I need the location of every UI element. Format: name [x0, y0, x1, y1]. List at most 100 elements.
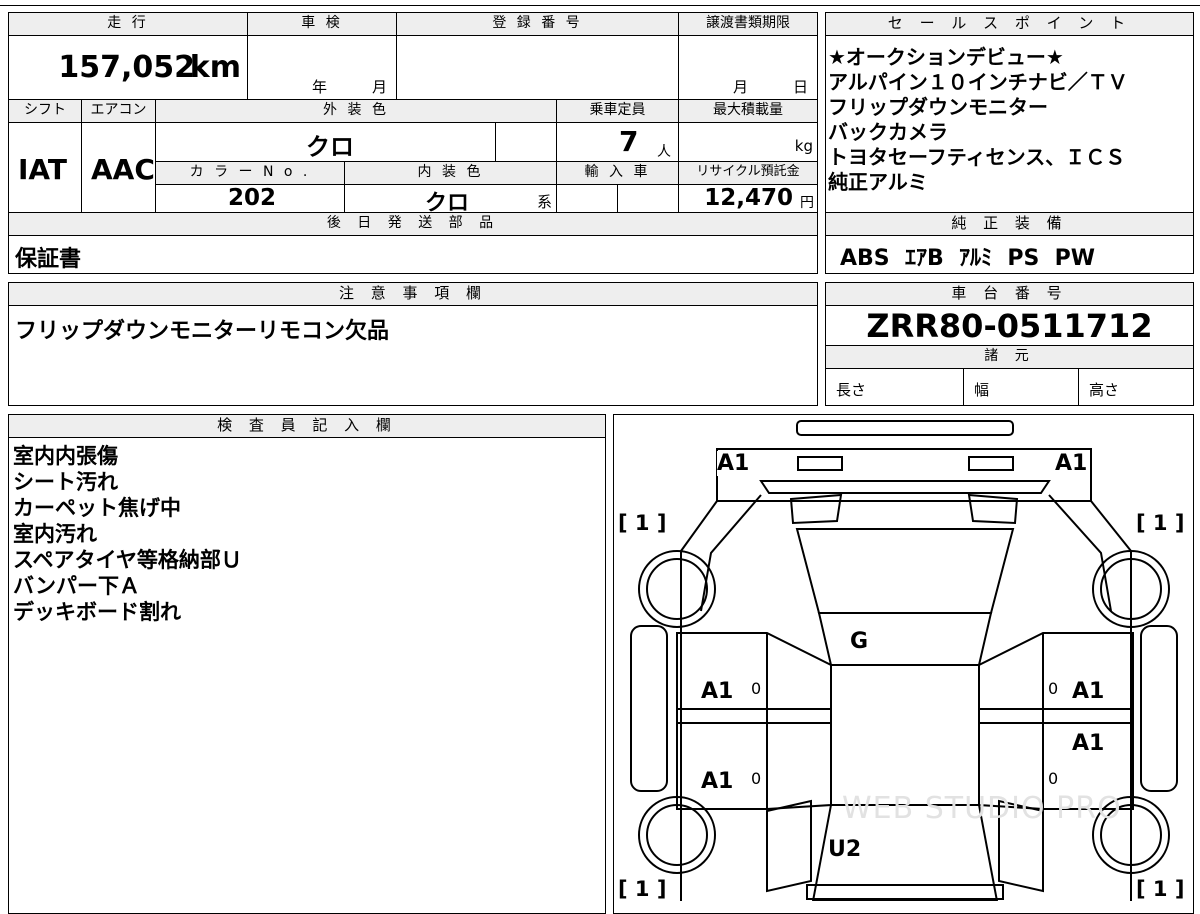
- later-parts-value: 保証書: [15, 247, 82, 272]
- top-cut-row: [0, 0, 1200, 6]
- inspector-item: スペアタイヤ等格納部Ｕ: [13, 548, 242, 572]
- transfer-month-unit: 月: [733, 78, 749, 96]
- inspector-panel: 検 査 員 記 入 欄 室内内張傷 シート汚れ カーペット焦げ中 室内汚れ スペ…: [8, 414, 606, 914]
- exterior-color-label: 外 装 色: [155, 99, 557, 123]
- capacity-cell: 7 人: [556, 122, 679, 162]
- watermark: WEB STUDIO PRO: [842, 791, 1122, 826]
- tire-front-left-label: [ 1 ]: [618, 511, 667, 535]
- exterior-color-cell: クロ: [155, 122, 496, 162]
- exterior-color-value: クロ: [306, 133, 354, 161]
- rear-bumper-shape: [806, 884, 1004, 900]
- aircon-label: エアコン: [81, 99, 156, 123]
- spec-width-label: 幅: [974, 381, 990, 399]
- sales-point-item: 純正アルミ: [828, 170, 928, 194]
- inspector-item: 室内汚れ: [13, 522, 97, 546]
- hood-shape: [795, 528, 1015, 614]
- recycle-unit: 円: [800, 195, 814, 211]
- chassis-number: ZRR80-0511712: [866, 307, 1153, 345]
- front-light-left-shape: [797, 456, 843, 471]
- interior-color-label: 内 装 色: [344, 161, 557, 185]
- sales-point-item: アルパイン１０インチナビ／ＴＶ: [828, 70, 1128, 94]
- wiper-right-shape: [967, 493, 1019, 525]
- import-cell-a: [556, 184, 618, 213]
- capacity-value: 7: [619, 125, 639, 158]
- car-diagram: [630, 420, 1178, 901]
- notes-panel: 注 意 事 項 欄 フリップダウンモニターリモコン欠品: [8, 282, 818, 406]
- right-side-strip-shape: [1140, 625, 1178, 792]
- wiper-left-shape: [789, 493, 843, 525]
- cabin-shape: [830, 664, 980, 806]
- shift-label: シフト: [8, 99, 82, 123]
- notes-value: フリップダウンモニターリモコン欠品: [15, 319, 390, 344]
- transfer-day-unit: 日: [793, 78, 809, 96]
- max-load-label: 最大積載量: [678, 99, 818, 123]
- color-no-label: カ ラ ー N o .: [155, 161, 345, 185]
- tire-rear-right-label: [ 1 ]: [1136, 877, 1185, 901]
- left-rear-door-label: A1: [701, 769, 734, 794]
- roof-shape: [817, 612, 993, 666]
- inspection-cell: 年 月: [247, 35, 397, 100]
- left-side-strip-shape: [630, 625, 668, 792]
- standard-equipment-panel: 純 正 装 備 ABS ｴｱB ｱﾙﾐ PS PW: [825, 212, 1194, 274]
- inspection-label: 車 検: [247, 12, 397, 36]
- chassis-panel: 車 台 番 号 ZRR80-0511712 諸 元 長さ 幅 高さ: [825, 282, 1194, 406]
- right-front-door-label: A1: [1072, 679, 1105, 704]
- inspector-list: 室内内張傷 シート汚れ カーペット焦げ中 室内汚れ スペアタイヤ等格納部Ｕ バン…: [13, 443, 242, 625]
- inspection-month-unit: 月: [372, 78, 388, 96]
- body-outline-shape: [680, 500, 1132, 901]
- registration-cell: [396, 35, 679, 100]
- max-load-unit: kg: [794, 137, 813, 155]
- roof-label: G: [850, 629, 869, 654]
- notes-header: 注 意 事 項 欄: [9, 283, 817, 306]
- transfer-label: 譲渡書類期限: [678, 12, 818, 36]
- later-parts-cell: 保証書: [8, 235, 818, 274]
- inspector-item: 室内内張傷: [13, 444, 118, 468]
- capacity-label: 乗車定員: [556, 99, 679, 123]
- left-rear-door-zero: 0: [751, 769, 762, 788]
- front-light-right-shape: [968, 456, 1014, 471]
- inspector-item: デッキボード割れ: [13, 600, 181, 624]
- sales-point-item: トヨタセーフティセンス、ＩＣＳ: [828, 145, 1126, 169]
- standard-equipment-header: 純 正 装 備: [826, 213, 1193, 236]
- sales-point-item: フリップダウンモニター: [828, 95, 1048, 119]
- later-parts-header: 後 日 発 送 部 品: [8, 212, 818, 236]
- vehicle-info-table: 走 行 車 検 登 録 番 号 譲渡書類期限 157,052 km 年 月 月 …: [8, 12, 818, 274]
- spec-width-cell: 幅: [964, 369, 1079, 405]
- recycle-label: リサイクル預託金: [678, 161, 818, 185]
- spec-height-cell: 高さ: [1079, 369, 1193, 405]
- front-left-label: A1: [717, 451, 750, 476]
- inspector-item: バンパー下Ａ: [13, 574, 141, 598]
- inspector-item: カーペット焦げ中: [13, 496, 181, 520]
- sales-points-list: ★オークションデビュー★ アルパイン１０インチナビ／ＴＶ フリップダウンモニター…: [828, 45, 1128, 195]
- recycle-value: 12,470: [704, 185, 793, 211]
- tire-rear-left-label: [ 1 ]: [618, 877, 667, 901]
- car-diagram-panel: A1 A1 [ 1 ] [ 1 ] G A1 0 0 A1 A1 A1 0 0 …: [613, 414, 1194, 914]
- sales-points-panel: セ ー ル ス ポ イ ン ト ★オークションデビュー★ アルパイン１０インチナ…: [825, 12, 1194, 213]
- windshield-shape: [759, 480, 1051, 494]
- interior-color-cell: クロ 系: [344, 184, 557, 216]
- color-no-cell: 202: [155, 184, 345, 213]
- aircon-cell: AAC: [81, 122, 156, 213]
- mileage-cell: 157,052 km: [8, 35, 248, 100]
- spec-length-cell: 長さ: [826, 369, 964, 405]
- shift-value: IAT: [18, 153, 68, 186]
- wheel-front-left-inner-shape: [646, 558, 708, 620]
- mileage-unit: km: [189, 50, 241, 85]
- capacity-unit: 人: [657, 144, 671, 160]
- inspector-header: 検 査 員 記 入 欄: [9, 415, 605, 438]
- spec-height-label: 高さ: [1089, 381, 1120, 399]
- wheel-front-left-shape: [638, 550, 716, 628]
- transfer-cell: 月 日: [678, 35, 818, 100]
- interior-color-unit: 系: [536, 193, 552, 211]
- max-load-cell: kg: [678, 122, 818, 162]
- import-label: 輸 入 車: [556, 161, 679, 185]
- mileage-value: 157,052: [58, 50, 195, 85]
- front-right-label: A1: [1055, 451, 1088, 476]
- spec-length-label: 長さ: [836, 381, 867, 399]
- specs-header: 諸 元: [826, 345, 1193, 369]
- wheel-rear-left-inner-shape: [646, 804, 708, 866]
- right-front-door-zero: 0: [1048, 679, 1059, 698]
- registration-label: 登 録 番 号: [396, 12, 679, 36]
- recycle-cell: 12,470 円: [678, 184, 818, 213]
- rear-label: U2: [828, 837, 862, 862]
